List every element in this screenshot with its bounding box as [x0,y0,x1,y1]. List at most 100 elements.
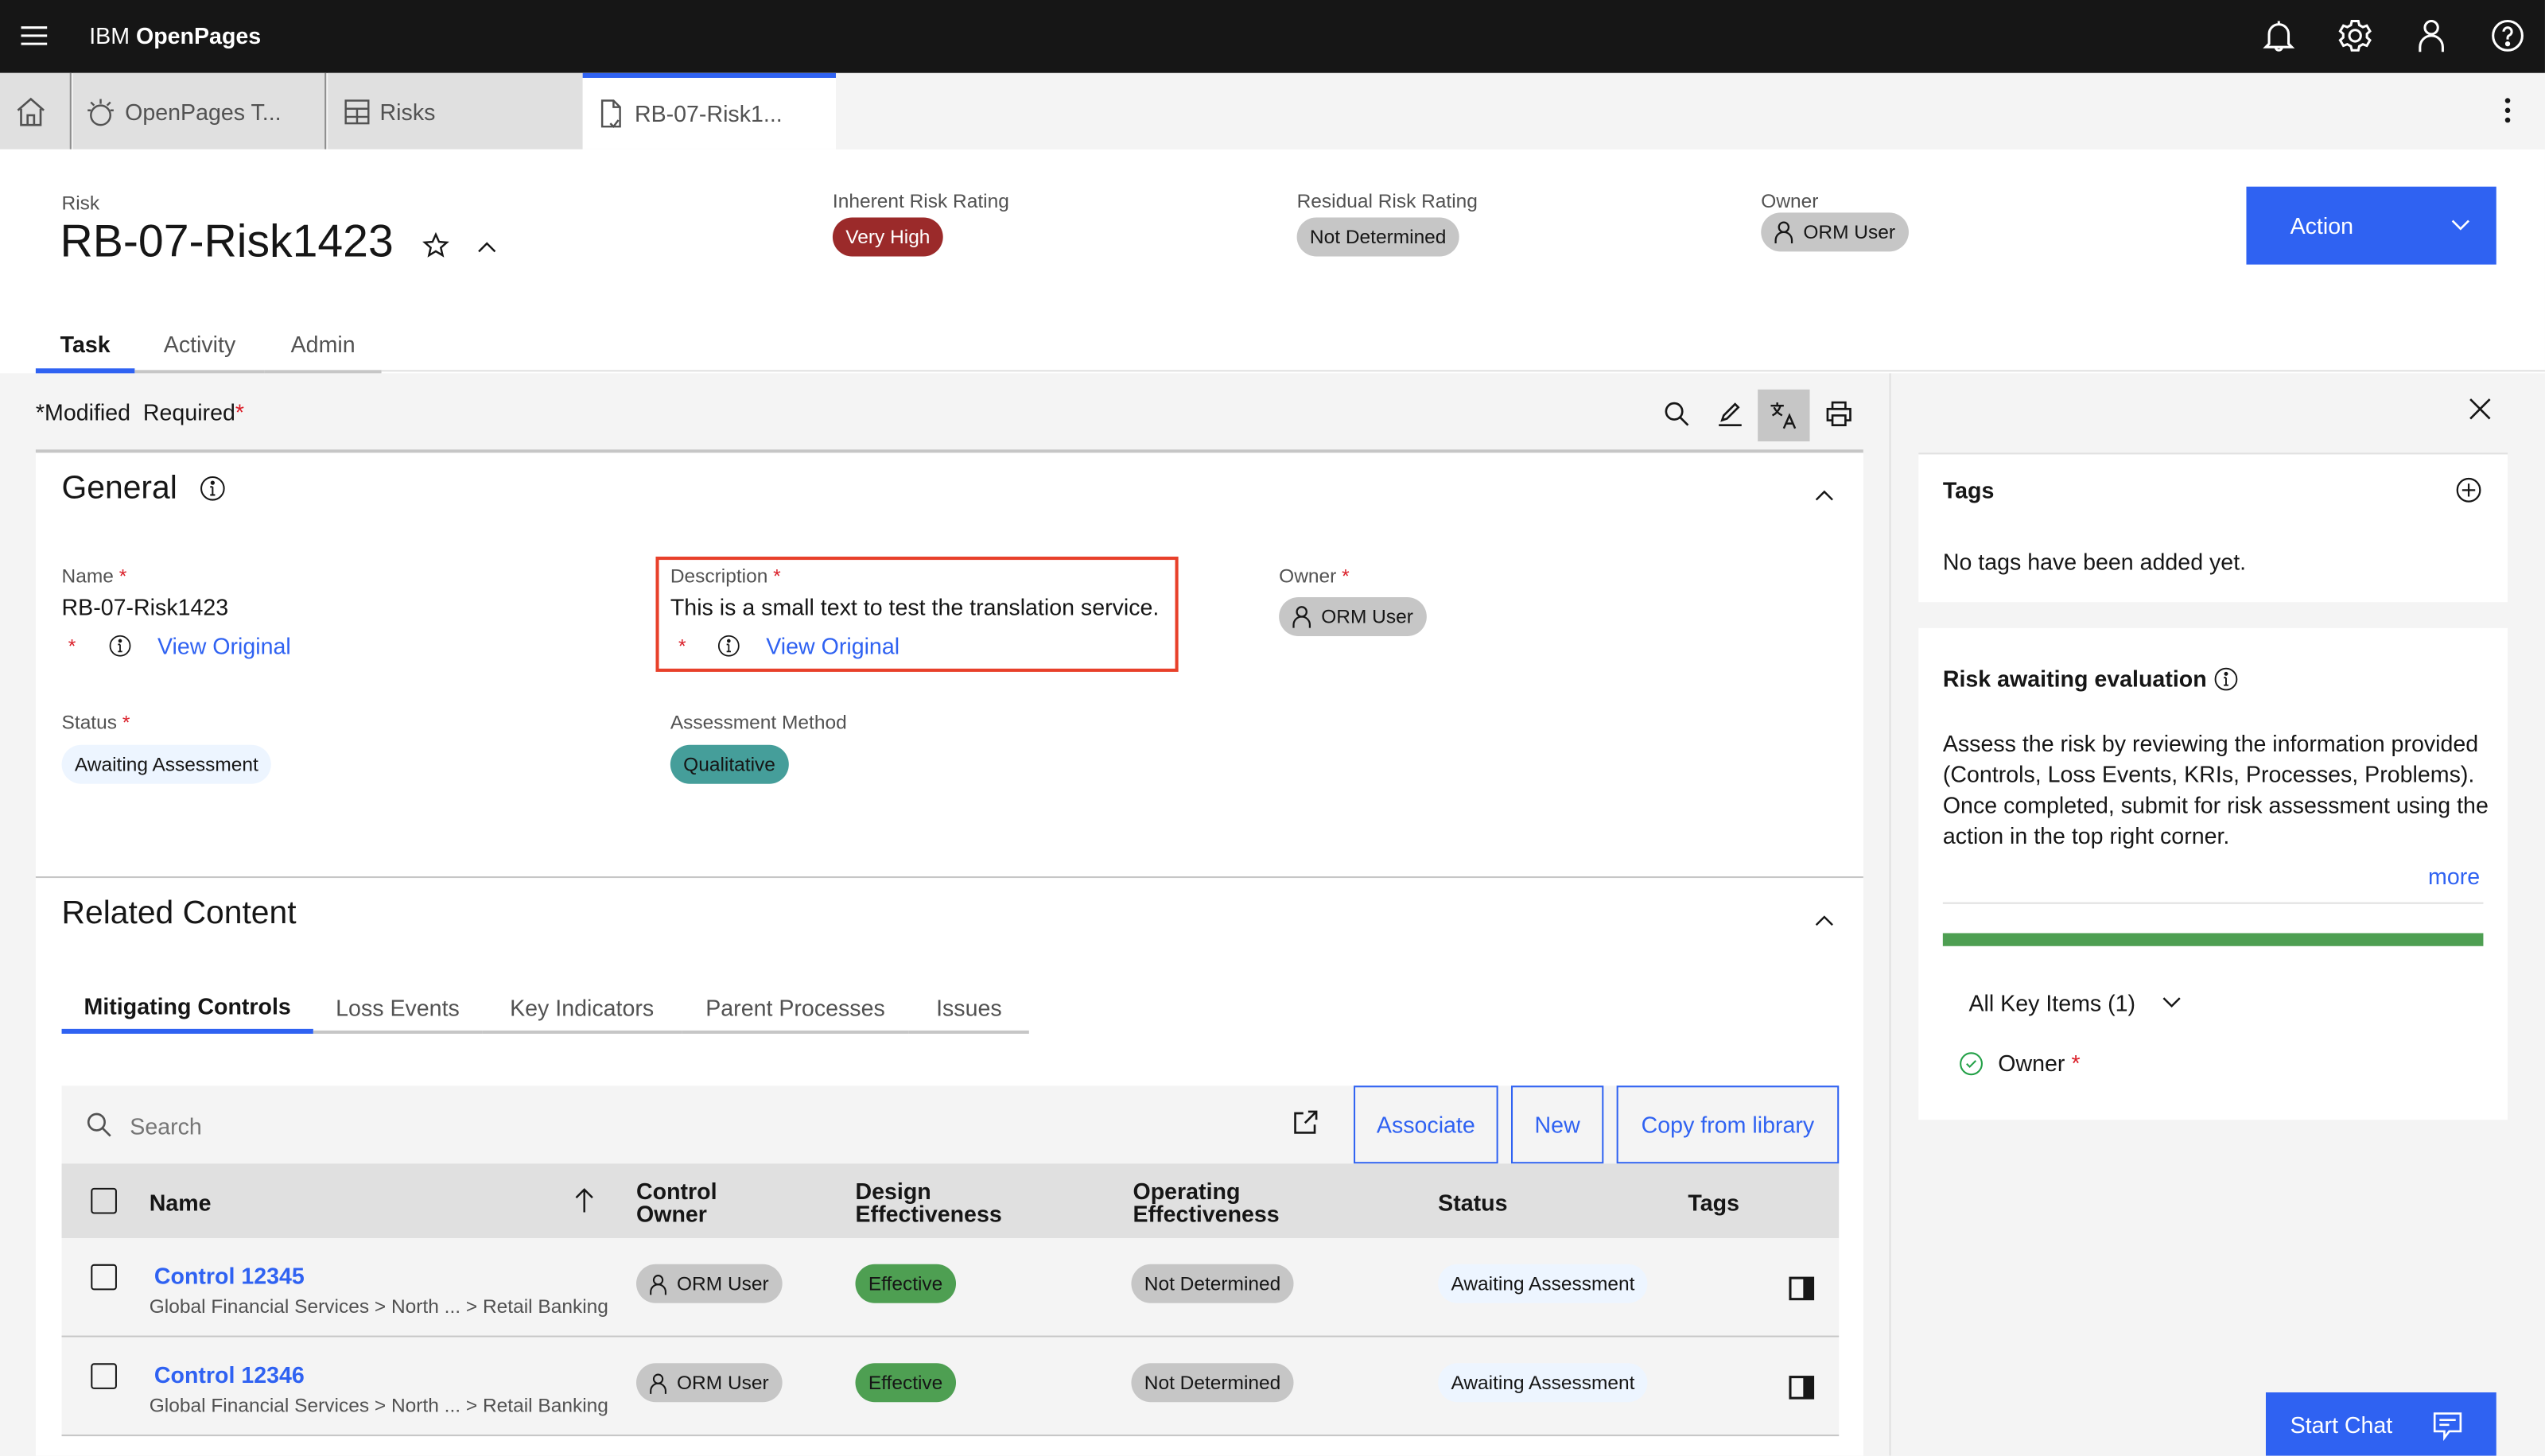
label-text: Owner [1279,565,1337,588]
column-header-name[interactable]: Name [150,1191,212,1214]
column-header-control-owner[interactable]: Control Owner [636,1180,717,1225]
owner-field-badge[interactable]: ORM User [1279,597,1427,636]
progress-fill [1942,933,2484,946]
user-icon [1774,221,1793,244]
app-brand: IBM OpenPages [89,23,261,49]
inherent-risk-badge: Very High [832,217,943,257]
key-items-dropdown[interactable]: All Key Items (1) [1968,990,2181,1016]
tab-key-indicators[interactable]: Key Indicators [482,990,682,1034]
user-icon [1292,606,1311,628]
page-title: RB-07-Risk1423 [60,215,394,266]
tab-loss-events[interactable]: Loss Events [313,990,483,1034]
print-tool-button[interactable] [1813,391,1865,437]
info-icon[interactable] [109,635,132,666]
name-field-value[interactable]: RB-07-Risk1423 [62,594,229,620]
collapse-general-icon[interactable] [1815,480,1834,510]
control-name-link[interactable]: Control 12346 [154,1361,305,1388]
evaluation-progress-bar [1942,933,2484,946]
required-marker: * [235,399,245,425]
checkmark-circle-icon [1960,1051,1983,1075]
tags-panel-icon[interactable] [1789,1375,1815,1409]
controls-search-input[interactable] [126,1101,1269,1151]
sort-ascending-icon[interactable] [574,1188,593,1222]
evaluation-card [1918,627,2508,1120]
owner-name: ORM User [677,1371,769,1395]
brand-prefix: IBM [89,22,130,49]
notification-icon[interactable] [2261,17,2297,53]
info-icon[interactable] [200,476,226,510]
launch-icon[interactable] [1292,1110,1318,1144]
edit-icon [1719,402,1742,427]
label-text: Status [61,710,118,734]
required-label: Required [142,399,235,425]
start-chat-button[interactable]: Start Chat [2265,1392,2496,1456]
tab-parent-processes[interactable]: Parent Processes [682,990,909,1034]
collapse-header-icon[interactable] [477,235,496,265]
object-type-label: Risk [61,191,100,215]
add-tag-icon[interactable] [2456,477,2482,511]
tab-activity[interactable]: Activity [134,318,265,374]
control-name-link[interactable]: Control 12345 [154,1263,305,1289]
row-checkbox[interactable] [91,1363,117,1389]
edit-tool-button[interactable] [1704,391,1756,437]
required-marker: * [119,565,127,588]
tab-label: RB-07-Risk1... [634,100,783,127]
tab-openpages[interactable]: OpenPages T... [72,72,327,149]
header-owner-badge[interactable]: ORM User [1761,212,1909,252]
overflow-menu-icon[interactable] [2500,95,2516,133]
select-all-checkbox[interactable] [91,1187,117,1214]
operating-effectiveness-badge: Not Determined [1131,1264,1294,1303]
evaluation-description: Assess the risk by reviewing the informa… [1942,730,2489,849]
required-marker: * [1342,565,1350,588]
tab-task[interactable]: Task [35,318,135,374]
control-owner-badge[interactable]: ORM User [635,1264,782,1303]
copy-from-library-button[interactable]: Copy from library [1616,1085,1840,1164]
control-owner-badge[interactable]: ORM User [635,1363,782,1403]
modified-label: Modified [45,399,131,425]
tab-mitigating-controls[interactable]: Mitigating Controls [61,990,313,1034]
info-icon[interactable] [717,635,740,666]
chevron-down-icon [2162,997,2181,1008]
tags-card [1918,452,2508,603]
action-button[interactable]: Action [2246,186,2496,265]
settings-icon[interactable] [2337,17,2373,53]
help-icon[interactable] [2490,17,2526,53]
chevron-down-icon [2451,219,2469,231]
print-icon [1826,401,1851,427]
tab-risks[interactable]: Risks [328,72,583,149]
translate-tool-button[interactable] [1758,389,1810,442]
close-panel-icon[interactable] [2469,398,2492,429]
column-header-operating-effectiveness[interactable]: Operating Effectiveness [1133,1180,1279,1225]
tags-panel-icon[interactable] [1789,1275,1815,1310]
name-view-original-link[interactable]: View Original [157,633,291,659]
column-header-design-effectiveness[interactable]: Design Effectiveness [856,1180,1002,1225]
user-icon [650,1274,666,1295]
description-field-value[interactable]: This is a small text to test the transla… [670,594,1160,620]
favorite-star-icon[interactable] [422,231,450,268]
key-item-owner[interactable]: Owner * [1959,1050,2081,1076]
tags-empty-message: No tags have been added yet. [1942,548,2247,575]
user-icon[interactable] [2414,17,2450,53]
translate-icon [1770,402,1797,429]
collapse-related-icon[interactable] [1815,906,1834,935]
row-checkbox[interactable] [91,1264,117,1291]
tab-current-risk[interactable]: RB-07-Risk1... [582,72,837,149]
description-view-original-link[interactable]: View Original [766,633,899,659]
menu-icon[interactable] [19,21,49,51]
brand-name: OpenPages [135,22,262,49]
associate-button[interactable]: Associate [1354,1085,1498,1164]
header-line: Effectiveness [855,1201,1002,1227]
control-path: Global Financial Services > North ... > … [149,1394,608,1417]
tab-home[interactable] [0,72,72,149]
general-title: General [61,470,177,507]
evaluation-title: Risk awaiting evaluation [1942,665,2207,692]
column-header-status[interactable]: Status [1438,1191,1507,1214]
new-button[interactable]: New [1510,1085,1604,1164]
control-path: Global Financial Services > North ... > … [149,1295,608,1318]
info-icon[interactable] [2214,667,2239,700]
more-link[interactable]: more [2428,864,2480,890]
tab-issues[interactable]: Issues [908,990,1029,1034]
tab-admin[interactable]: Admin [264,318,382,374]
column-header-tags[interactable]: Tags [1688,1191,1739,1214]
search-tool-button[interactable] [1650,391,1702,437]
